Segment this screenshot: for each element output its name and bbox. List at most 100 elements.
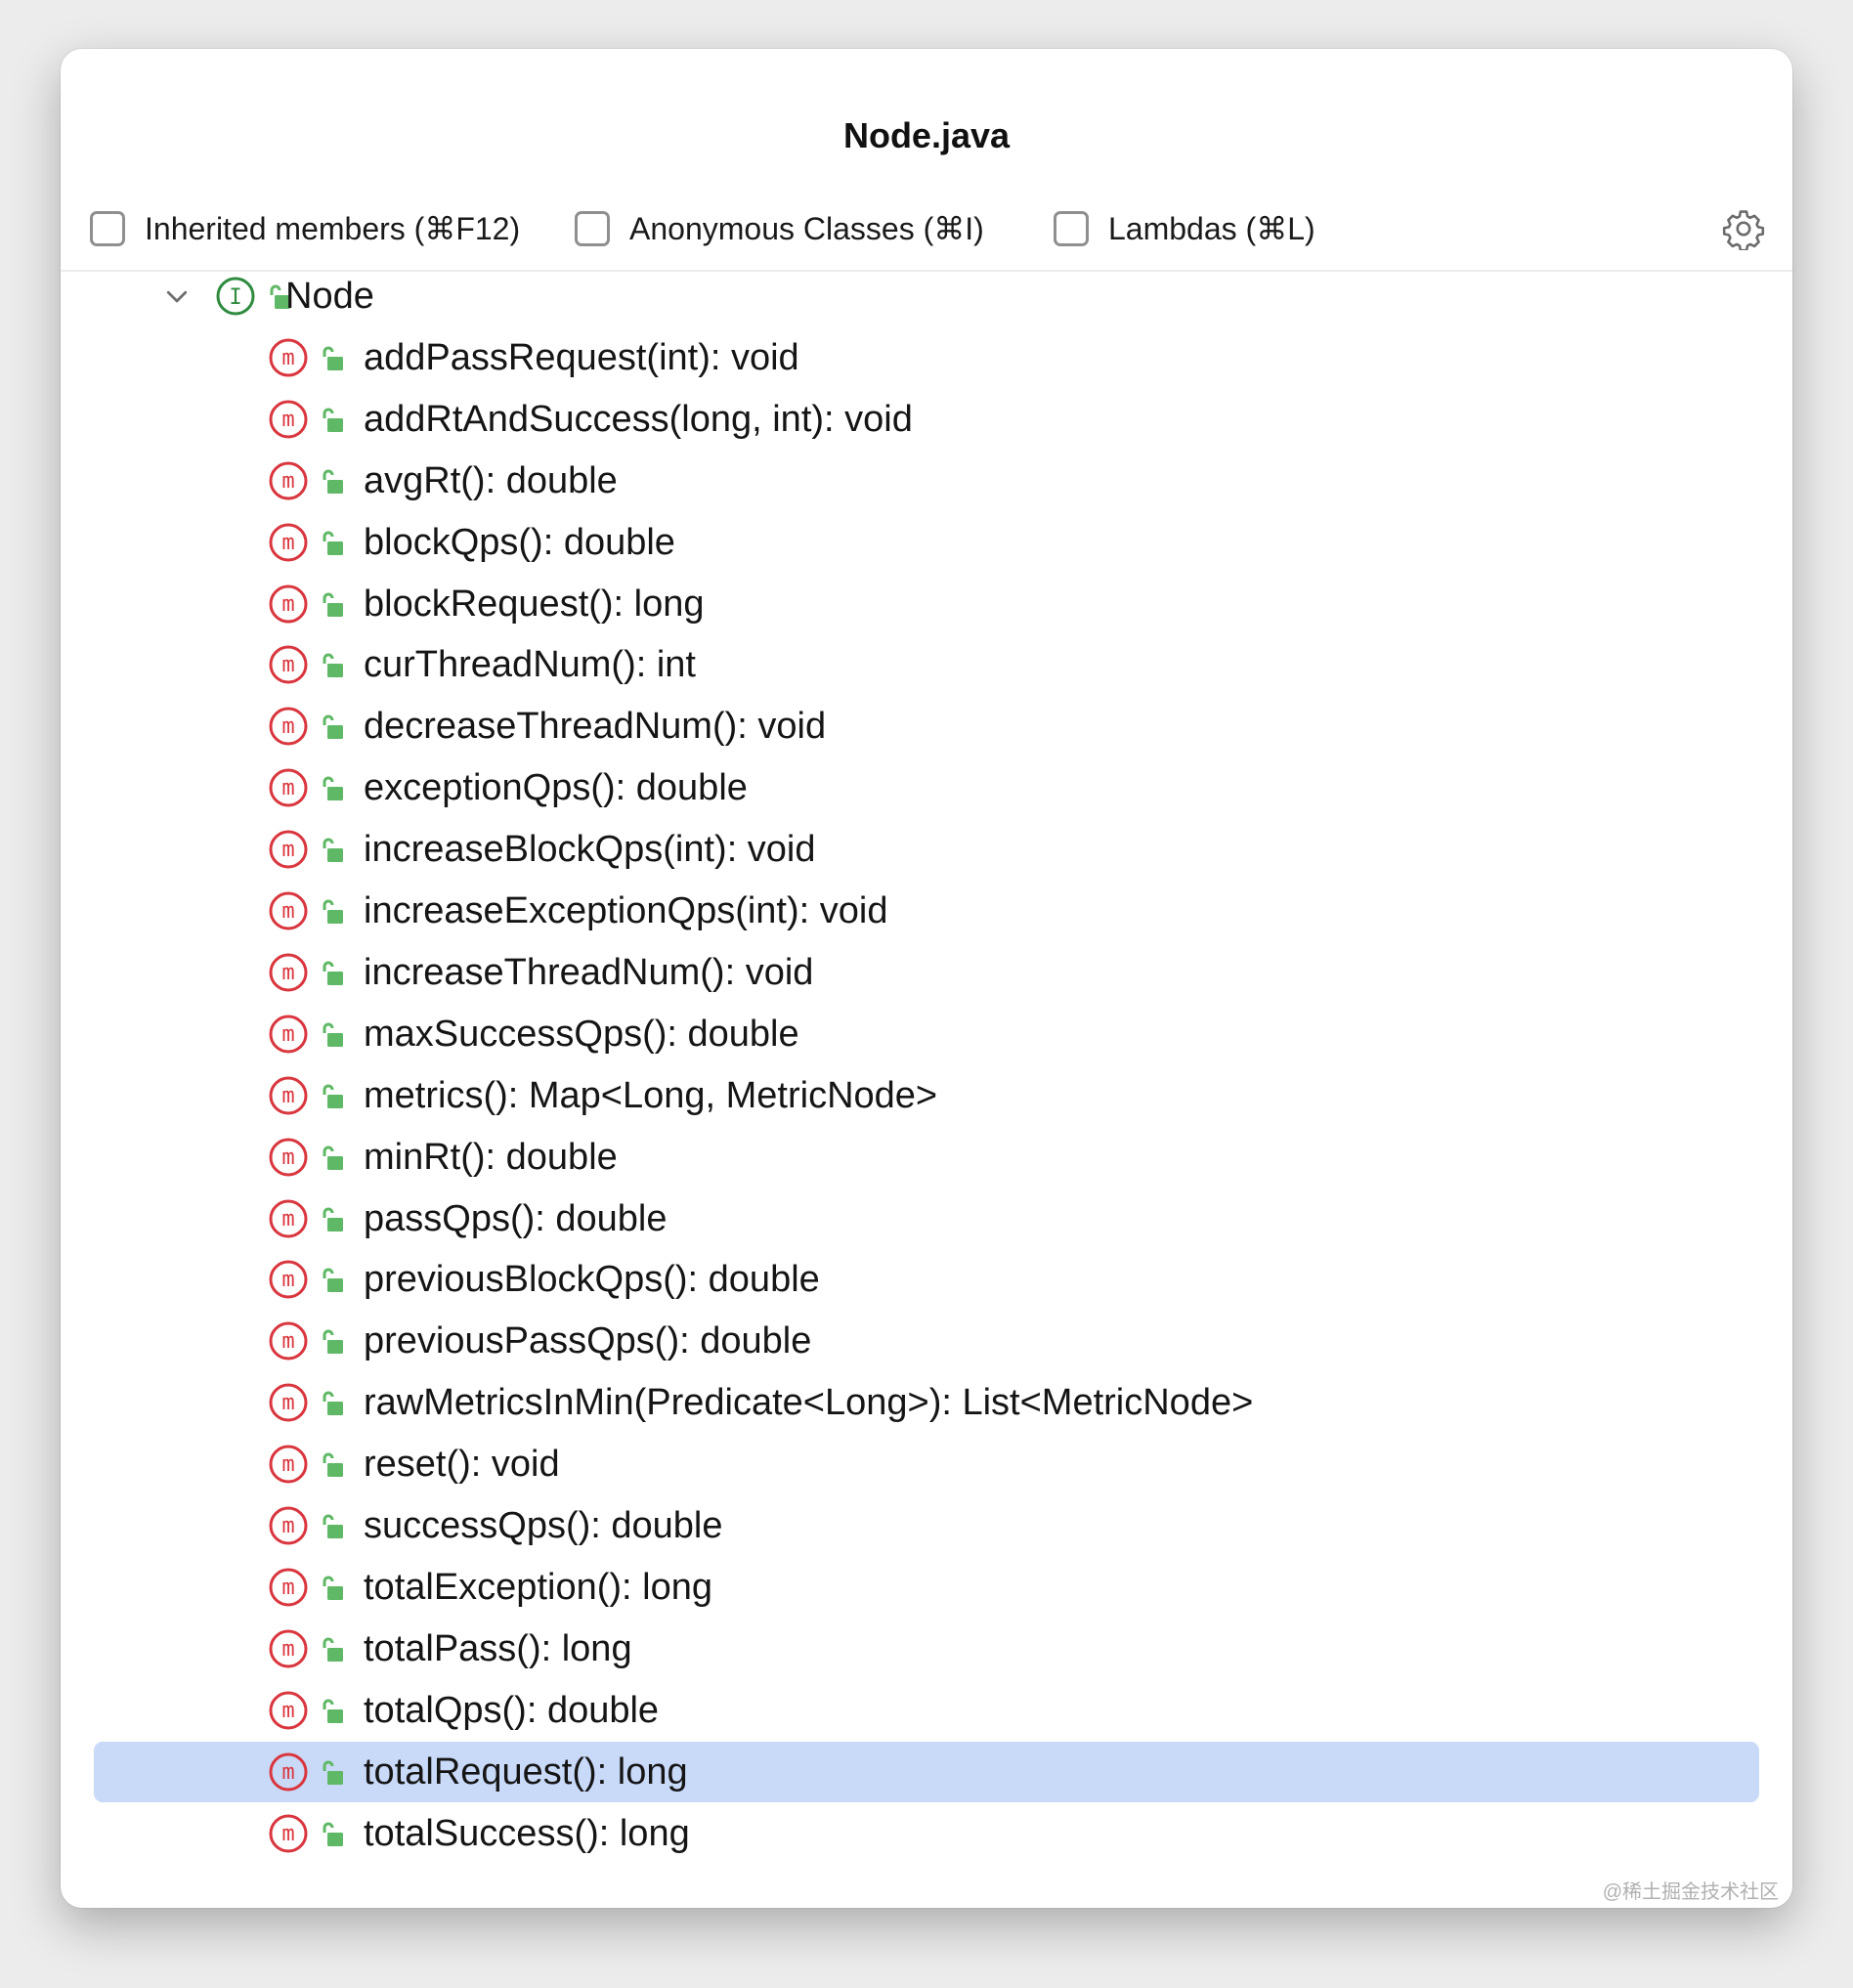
member-signature: previousBlockQps(): double bbox=[364, 1259, 820, 1300]
member-signature: totalQps(): double bbox=[364, 1690, 660, 1731]
method-icon-letter: m bbox=[281, 1268, 294, 1292]
tree-member-row[interactable]: m increaseBlockQps(int): void bbox=[94, 819, 1759, 880]
method-icon: m bbox=[269, 1506, 308, 1545]
method-icon: m bbox=[269, 891, 308, 930]
method-icon-letter: m bbox=[281, 1822, 294, 1846]
public-lock-icon bbox=[323, 1022, 343, 1047]
lambdas-checkbox[interactable] bbox=[1054, 211, 1089, 246]
method-icon-letter: m bbox=[281, 653, 294, 677]
tree-member-row[interactable]: m minRt(): double bbox=[94, 1127, 1759, 1188]
gear-icon[interactable] bbox=[1722, 207, 1765, 250]
inherited-members-checkbox[interactable] bbox=[90, 211, 125, 246]
method-icon-letter: m bbox=[281, 1514, 294, 1538]
method-icon-letter: m bbox=[281, 531, 294, 555]
tree-member-row[interactable]: m totalException(): long bbox=[94, 1557, 1759, 1618]
public-lock-icon bbox=[323, 1760, 343, 1785]
method-icon-letter: m bbox=[281, 469, 294, 494]
inherited-members-label: Inherited members (⌘F12) bbox=[145, 211, 521, 246]
tree-member-row[interactable]: m previousBlockQps(): double bbox=[94, 1249, 1759, 1310]
tree-member-row[interactable]: m totalQps(): double bbox=[94, 1680, 1759, 1741]
public-lock-icon bbox=[323, 1391, 343, 1415]
public-lock-icon bbox=[323, 1084, 343, 1108]
tree-member-row[interactable]: m increaseExceptionQps(int): void bbox=[94, 881, 1759, 941]
method-icon: m bbox=[269, 707, 308, 746]
tree-member-row[interactable]: m successQps(): double bbox=[94, 1495, 1759, 1556]
public-lock-icon bbox=[323, 1699, 343, 1723]
method-icon: m bbox=[269, 953, 308, 992]
chevron-down-icon[interactable] bbox=[162, 281, 192, 311]
public-lock-icon bbox=[323, 1576, 343, 1600]
member-signature: totalException(): long bbox=[364, 1567, 712, 1608]
member-signature: rawMetricsInMin(Predicate<Long>): List<M… bbox=[364, 1382, 1254, 1423]
public-lock-icon bbox=[323, 408, 343, 432]
member-signature: increaseThreadNum(): void bbox=[364, 952, 814, 993]
method-icon: m bbox=[269, 461, 308, 500]
method-icon-letter: m bbox=[281, 1022, 294, 1047]
method-icon: m bbox=[269, 1752, 308, 1792]
tree-member-row[interactable]: m rawMetricsInMin(Predicate<Long>): List<… bbox=[94, 1372, 1759, 1433]
member-signature: blockQps(): double bbox=[364, 522, 675, 563]
member-signature: metrics(): Map<Long, MetricNode> bbox=[364, 1075, 938, 1116]
method-icon: m bbox=[269, 1199, 308, 1238]
tree-member-row[interactable]: m addRtAndSuccess(long, int): void bbox=[94, 389, 1759, 450]
tree-member-row[interactable]: m curThreadNum(): int bbox=[94, 634, 1759, 695]
tree-member-row[interactable]: m increaseThreadNum(): void bbox=[94, 942, 1759, 1003]
method-icon: m bbox=[269, 1076, 308, 1115]
tree-member-row[interactable]: m previousPassQps(): double bbox=[94, 1311, 1759, 1371]
member-signature: totalSuccess(): long bbox=[364, 1813, 690, 1854]
method-icon-letter: m bbox=[281, 1329, 294, 1354]
tree-member-row[interactable]: m addPassRequest(int): void bbox=[94, 327, 1759, 388]
method-icon-letter: m bbox=[281, 899, 294, 924]
member-signature: blockRequest(): long bbox=[364, 583, 705, 625]
tree-member-row[interactable]: m blockQps(): double bbox=[94, 512, 1759, 573]
member-signature: curThreadNum(): int bbox=[364, 644, 696, 685]
method-icon-letter: m bbox=[281, 1391, 294, 1415]
method-icon: m bbox=[269, 1138, 308, 1177]
method-icon-letter: m bbox=[281, 1084, 294, 1108]
method-icon: m bbox=[269, 1445, 308, 1484]
member-signature: addPassRequest(int): void bbox=[364, 337, 799, 378]
member-signature: maxSuccessQps(): double bbox=[364, 1014, 799, 1055]
tree-member-row[interactable]: m exceptionQps(): double bbox=[94, 757, 1759, 818]
method-icon: m bbox=[269, 1015, 308, 1054]
lambdas-label: Lambdas (⌘L) bbox=[1108, 211, 1315, 246]
member-signature: totalRequest(): long bbox=[364, 1751, 688, 1793]
method-icon-letter: m bbox=[281, 714, 294, 739]
public-lock-icon bbox=[323, 469, 343, 494]
interface-icon-letter: I bbox=[229, 285, 241, 310]
public-lock-icon bbox=[323, 1822, 343, 1846]
method-icon-letter: m bbox=[281, 1576, 294, 1600]
member-signature: minRt(): double bbox=[364, 1137, 618, 1178]
tree-root-node[interactable]: I Node bbox=[94, 266, 1759, 326]
filter-anonymous-classes[interactable]: Anonymous Classes (⌘I) bbox=[575, 207, 984, 250]
method-icon: m bbox=[269, 1321, 308, 1361]
tree-member-row[interactable]: m metrics(): Map<Long, MetricNode> bbox=[94, 1065, 1759, 1126]
public-lock-icon bbox=[323, 1207, 343, 1232]
tree-member-row[interactable]: m blockRequest(): long bbox=[94, 574, 1759, 634]
method-icon: m bbox=[269, 1814, 308, 1853]
method-icon: m bbox=[269, 830, 308, 869]
tree-member-row[interactable]: m totalSuccess(): long bbox=[94, 1803, 1759, 1864]
member-signature: addRtAndSuccess(long, int): void bbox=[364, 399, 913, 440]
anonymous-classes-checkbox[interactable] bbox=[575, 211, 610, 246]
tree-member-row[interactable]: m avgRt(): double bbox=[94, 451, 1759, 511]
filter-lambdas[interactable]: Lambdas (⌘L) bbox=[1054, 207, 1315, 250]
tree-member-row[interactable]: m decreaseThreadNum(): void bbox=[94, 696, 1759, 756]
public-lock-icon bbox=[323, 1637, 343, 1662]
tree-member-row[interactable]: m totalPass(): long bbox=[94, 1619, 1759, 1679]
tree-member-row[interactable]: m passQps(): double bbox=[94, 1188, 1759, 1249]
method-icon: m bbox=[269, 338, 308, 377]
member-signature: increaseBlockQps(int): void bbox=[364, 829, 816, 870]
tree-member-row[interactable]: m reset(): void bbox=[94, 1434, 1759, 1494]
method-icon: m bbox=[269, 584, 308, 624]
public-lock-icon bbox=[323, 592, 343, 617]
public-lock-icon bbox=[323, 776, 343, 800]
filter-bar: Inherited members (⌘F12) Anonymous Class… bbox=[61, 158, 1792, 272]
method-icon: m bbox=[269, 1568, 308, 1607]
filter-inherited-members[interactable]: Inherited members (⌘F12) bbox=[90, 207, 520, 250]
member-signature: passQps(): double bbox=[364, 1198, 668, 1239]
tree-member-row[interactable]: m totalRequest(): long bbox=[94, 1742, 1759, 1802]
tree-member-row[interactable]: m maxSuccessQps(): double bbox=[94, 1004, 1759, 1064]
member-signature: reset(): void bbox=[364, 1444, 560, 1485]
public-lock-icon bbox=[323, 961, 343, 985]
